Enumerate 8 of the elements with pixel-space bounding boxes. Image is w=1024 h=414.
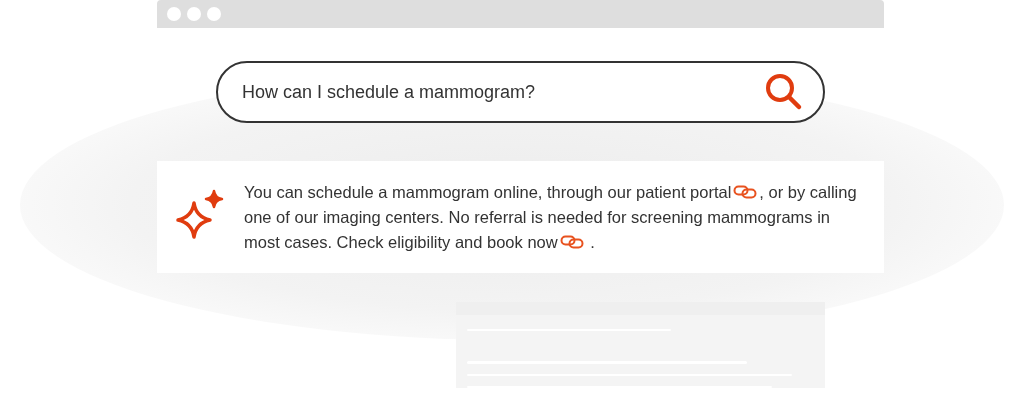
link-icon[interactable] [559,234,584,249]
answer-text: You can schedule a mammogram online, through our patient portal , or by calling one of our imaging centers. No referral is needed for screening mammograms in most cases. Check eligibility and book now . [244,181,858,253]
window-dots-icon [167,7,221,21]
search-icon[interactable] [765,73,803,111]
search-input[interactable]: How can I schedule a mammogram? [242,81,765,103]
link-icon[interactable] [733,184,758,199]
search-field[interactable]: How can I schedule a mammogram? [216,61,825,123]
sparkle-icon [174,189,226,239]
